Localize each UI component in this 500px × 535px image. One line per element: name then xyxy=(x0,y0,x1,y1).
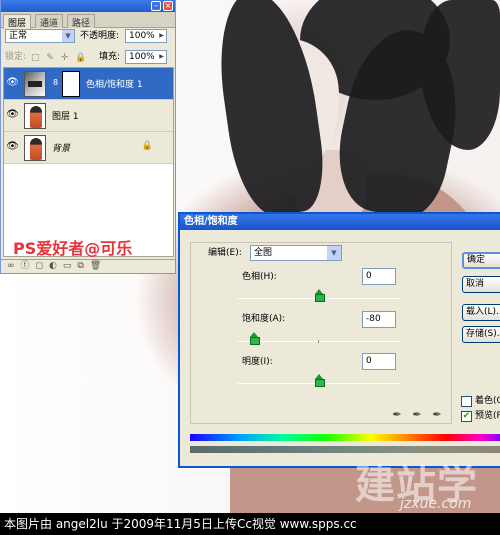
tab-layers[interactable]: 图层 xyxy=(3,14,32,29)
preview-label: 预览(P) xyxy=(475,411,500,421)
lock-label: 锁定: xyxy=(5,52,27,62)
layer-name: 图层 1 xyxy=(52,112,79,122)
opacity-value: 100% xyxy=(129,31,155,41)
opacity-label: 不透明度: xyxy=(80,31,120,41)
minimize-icon[interactable]: – xyxy=(151,1,161,11)
watermark-text: PS爱好者@可乐 xyxy=(13,239,133,258)
save-button[interactable]: 存储(S)... xyxy=(462,326,500,343)
colorize-checkbox[interactable] xyxy=(461,396,472,407)
hue-slider-track[interactable] xyxy=(238,289,400,302)
adjustment-icon xyxy=(24,71,46,97)
folder-icon[interactable]: ▭ xyxy=(63,261,78,271)
layers-panel-titlebar[interactable]: – × xyxy=(1,0,175,12)
slider-center-tick xyxy=(318,340,319,343)
edit-label: 编辑(E): xyxy=(208,248,242,258)
layer-thumbnail xyxy=(24,135,46,161)
layer-row-background[interactable]: 👁 背景 🔒 xyxy=(4,132,173,164)
hue-saturation-dialog: 色相/饱和度 编辑(E): 全图 ▼ 色相(H): 0 饱和度(A): -80 … xyxy=(178,212,500,468)
eye-icon[interactable]: 👁 xyxy=(6,140,19,153)
site-watermark-url: jzxue.com xyxy=(400,496,472,512)
lock-options-icons[interactable]: □ ✎ ✛ 🔒 xyxy=(31,53,88,63)
blend-mode-select[interactable]: 正常 ▼ xyxy=(5,29,75,43)
chain-icon[interactable]: 8 xyxy=(53,78,58,87)
opacity-input[interactable]: 100% ▶ xyxy=(125,29,167,43)
tab-channels[interactable]: 通道 xyxy=(35,14,64,29)
triangle-right-icon[interactable]: ▶ xyxy=(157,30,166,42)
colorize-label: 着色(O) xyxy=(475,396,500,406)
tab-paths[interactable]: 路径 xyxy=(67,14,96,29)
lightness-slider-thumb[interactable] xyxy=(315,374,325,387)
lightness-slider-track[interactable] xyxy=(238,374,400,387)
lightness-input[interactable]: 0 xyxy=(362,353,396,370)
fill-label: 填充: xyxy=(99,52,121,62)
layer-mask-thumbnail[interactable] xyxy=(62,71,80,97)
hue-input[interactable]: 0 xyxy=(362,268,396,285)
triangle-right-icon[interactable]: ▶ xyxy=(157,51,166,63)
fx-icon[interactable]: ⓕ xyxy=(21,261,36,271)
hue-label: 色相(H): xyxy=(242,272,277,282)
eyedropper-plus-icon[interactable]: ✒ xyxy=(410,408,424,422)
saturation-slider-track[interactable] xyxy=(238,332,400,345)
fill-value: 100% xyxy=(129,52,155,62)
lightness-label: 明度(I): xyxy=(242,357,273,367)
layer-name: 背景 xyxy=(52,144,71,154)
saturation-input[interactable]: -80 xyxy=(362,311,396,328)
edit-select[interactable]: 全图 ▼ xyxy=(250,245,342,261)
blend-mode-value: 正常 xyxy=(9,31,28,41)
caption-bar: 本图片由 angel2lu 于2009年11月5日上传Cc视觉 www.spps… xyxy=(0,513,500,535)
saturation-label: 饱和度(A): xyxy=(242,314,286,324)
dialog-title[interactable]: 色相/饱和度 xyxy=(180,214,500,230)
input-color-spectrum xyxy=(190,434,500,441)
preview-checkbox[interactable]: ✔ xyxy=(461,411,472,422)
mask-icon[interactable]: ◻ xyxy=(36,261,49,271)
layer-name: 色相/饱和度 1 xyxy=(86,80,143,90)
link-icon[interactable]: ∞ xyxy=(7,261,21,271)
lock-icon: 🔒 xyxy=(141,141,153,151)
fill-input[interactable]: 100% ▶ xyxy=(125,50,167,64)
saturation-slider-thumb[interactable] xyxy=(250,332,261,345)
new-layer-icon[interactable]: ⧉ xyxy=(77,261,89,271)
settings-group xyxy=(190,242,452,424)
hue-slider-thumb[interactable] xyxy=(315,289,325,302)
layers-panel: – × 图层 通道 路径 正常 ▼ 不透明度: 100% ▶ 锁定: □ ✎ ✛… xyxy=(0,0,176,274)
edit-value: 全图 xyxy=(254,248,273,258)
layers-panel-tabs: 图层 通道 路径 xyxy=(1,12,175,29)
layer-thumbnail xyxy=(24,103,46,129)
eye-icon[interactable]: 👁 xyxy=(6,108,19,121)
eye-icon[interactable]: 👁 xyxy=(6,76,19,89)
layers-panel-footer: ∞ⓕ◻◐▭⧉🗑 xyxy=(1,259,175,273)
eyedropper-icon[interactable]: ✒ xyxy=(390,408,404,422)
cancel-button[interactable]: 取消 xyxy=(462,276,500,293)
layer-row-hue-saturation[interactable]: 👁 8 色相/饱和度 1 xyxy=(4,68,173,100)
layer-row-layer1[interactable]: 👁 图层 1 xyxy=(4,100,173,132)
trash-icon[interactable]: 🗑 xyxy=(90,261,107,271)
blend-row: 正常 ▼ 不透明度: 100% ▶ xyxy=(1,29,175,49)
layer-list: 👁 8 色相/饱和度 1 👁 图层 1 👁 背景 🔒 xyxy=(3,67,174,257)
ok-button[interactable]: 确定 xyxy=(462,252,500,269)
chevron-down-icon: ▼ xyxy=(62,30,74,42)
adjustment-icon[interactable]: ◐ xyxy=(49,261,63,271)
chevron-down-icon: ▼ xyxy=(327,246,341,260)
load-button[interactable]: 载入(L)... xyxy=(462,304,500,321)
eyedropper-minus-icon[interactable]: ✒ xyxy=(430,408,444,422)
close-icon[interactable]: × xyxy=(163,1,173,11)
